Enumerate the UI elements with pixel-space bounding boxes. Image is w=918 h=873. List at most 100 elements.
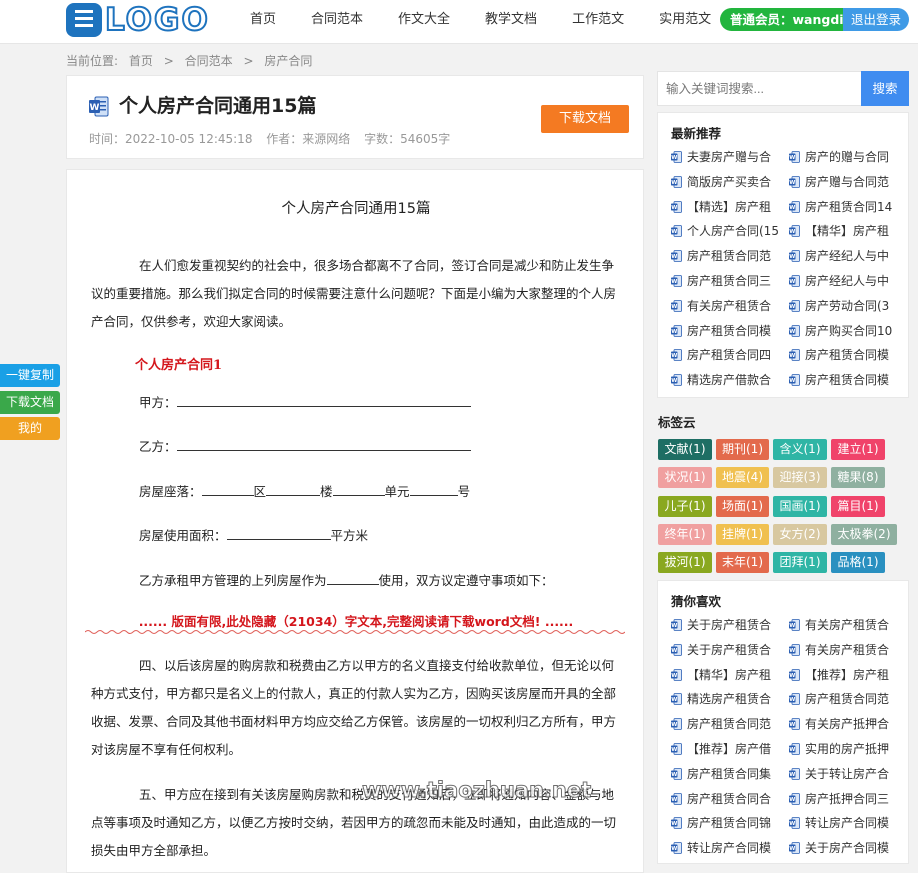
nav-teaching-docs[interactable]: 教学文档 bbox=[485, 0, 537, 40]
nav-contracts[interactable]: 合同范本 bbox=[311, 0, 363, 40]
guess-item[interactable]: W 关于房产合同模 bbox=[789, 839, 901, 857]
guess-item[interactable]: W 【推荐】房产租 bbox=[789, 666, 901, 684]
breadcrumb-separator: > bbox=[163, 54, 174, 68]
tag-chip[interactable]: 团拜(1) bbox=[773, 552, 827, 573]
latest-item[interactable]: W 房产劳动合同(3 bbox=[789, 297, 901, 315]
use-clause: 乙方承租甲方管理的上列房屋作为 使用，双方议定遵守事项如下： bbox=[139, 570, 554, 589]
svg-text:W: W bbox=[671, 304, 677, 310]
latest-item[interactable]: W 有关房产租赁合 bbox=[671, 297, 783, 315]
word-doc-icon: W bbox=[789, 842, 800, 855]
tag-chip[interactable]: 期刊(1) bbox=[716, 439, 769, 460]
latest-item[interactable]: W 房产经纪人与中 bbox=[789, 247, 901, 265]
guess-item[interactable]: W 有关房产租赁合 bbox=[789, 641, 901, 659]
word-doc-icon: W bbox=[671, 668, 682, 681]
guess-item[interactable]: W 关于转让房产合 bbox=[789, 765, 901, 783]
tag-chip[interactable]: 国画(1) bbox=[773, 496, 827, 517]
guess-item[interactable]: W 转让房产合同模 bbox=[789, 814, 901, 832]
tag-chip[interactable]: 含义(1) bbox=[773, 439, 827, 460]
svg-text:W: W bbox=[789, 254, 795, 260]
guess-item[interactable]: W 房产抵押合同三 bbox=[789, 790, 901, 808]
guess-item[interactable]: W 房产租赁合同范 bbox=[789, 690, 901, 708]
latest-item[interactable]: W 个人房产合同(15 bbox=[671, 222, 783, 240]
svg-text:W: W bbox=[789, 772, 795, 778]
nav-practical-docs[interactable]: 实用范文 bbox=[659, 0, 711, 40]
logout-button[interactable]: 退出登录 bbox=[843, 8, 909, 31]
latest-item[interactable]: W 房产租赁合同模 bbox=[789, 371, 901, 389]
tag-chip[interactable]: 地震(4) bbox=[716, 467, 769, 488]
area-label: 房屋使用面积： bbox=[139, 528, 227, 543]
guess-item[interactable]: W 房产租赁合同范 bbox=[671, 715, 783, 733]
copy-all-button[interactable]: 一键复制 bbox=[0, 364, 60, 387]
guess-item-label: 【精华】房产租 bbox=[687, 667, 772, 682]
guess-item[interactable]: W 房产租赁合同合 bbox=[671, 790, 783, 808]
guess-item[interactable]: W 【推荐】房产借 bbox=[671, 740, 783, 758]
wavy-divider bbox=[85, 630, 625, 634]
latest-item[interactable]: W 房产租赁合同三 bbox=[671, 272, 783, 290]
guess-item[interactable]: W 转让房产合同模 bbox=[671, 839, 783, 857]
latest-item[interactable]: W 房产赠与合同范 bbox=[789, 173, 901, 191]
tag-chip[interactable]: 太极拳(2) bbox=[831, 524, 897, 545]
tag-chip[interactable]: 建立(1) bbox=[831, 439, 885, 460]
guess-item[interactable]: W 实用的房产抵押 bbox=[789, 740, 901, 758]
latest-item[interactable]: W 【精华】房产租 bbox=[789, 222, 901, 240]
party-b-label: 乙方： bbox=[139, 439, 177, 454]
tag-chip[interactable]: 场面(1) bbox=[716, 496, 769, 517]
my-account-button[interactable]: 我的 bbox=[0, 417, 60, 440]
guess-item[interactable]: W 关于房产租赁合 bbox=[671, 641, 783, 659]
latest-item[interactable]: W 夫妻房产赠与合 bbox=[671, 148, 783, 166]
search-input[interactable] bbox=[658, 72, 861, 105]
float-download-button[interactable]: 下载文档 bbox=[0, 391, 60, 414]
guess-item[interactable]: W 房产租赁合同集 bbox=[671, 765, 783, 783]
hidden-text-notice[interactable]: ...... 版面有限,此处隐藏（21034）字文本,完整阅读请下载word文档… bbox=[67, 611, 643, 630]
word-doc-icon: W bbox=[789, 767, 800, 780]
tag-chip[interactable]: 挂牌(1) bbox=[716, 524, 769, 545]
latest-item-label: 房产租赁合同模 bbox=[805, 373, 890, 388]
tag-chip[interactable]: 拔河(1) bbox=[658, 552, 712, 573]
search-button[interactable]: 搜索 bbox=[861, 71, 909, 106]
download-document-button[interactable]: 下载文档 bbox=[541, 105, 629, 133]
document-meta: 时间：2022-10-05 12:45:18 作者：来源网络 字数：54605字 bbox=[89, 131, 460, 147]
word-doc-icon: W bbox=[671, 175, 682, 188]
guess-item-label: 实用的房产抵押 bbox=[805, 742, 890, 756]
nav-work-docs[interactable]: 工作范文 bbox=[572, 0, 624, 40]
tag-chip[interactable]: 末年(1) bbox=[716, 552, 769, 573]
word-doc-icon: W bbox=[671, 643, 682, 656]
tag-chip[interactable]: 糖果(8) bbox=[831, 467, 885, 488]
latest-item[interactable]: W 房产租赁合同四 bbox=[671, 346, 783, 364]
tag-chip[interactable]: 品格(1) bbox=[831, 552, 885, 573]
breadcrumb-property-contracts[interactable]: 房产合同 bbox=[264, 54, 312, 68]
tag-chip[interactable]: 儿子(1) bbox=[658, 496, 712, 517]
latest-item[interactable]: W 精选房产借款合 bbox=[671, 371, 783, 389]
member-badge[interactable]: 普通会员：wangdi bbox=[720, 8, 844, 31]
latest-item-label: 房产劳动合同(3 bbox=[805, 298, 890, 313]
svg-text:W: W bbox=[671, 329, 677, 335]
breadcrumb-home[interactable]: 首页 bbox=[129, 54, 153, 68]
guess-item[interactable]: W 精选房产租赁合 bbox=[671, 690, 783, 708]
tag-chip[interactable]: 状况(1) bbox=[658, 467, 712, 488]
site-logo[interactable]: LOGO bbox=[66, 1, 210, 39]
tag-chip[interactable]: 篇目(1) bbox=[831, 496, 885, 517]
latest-item[interactable]: W 房产的赠与合同 bbox=[789, 148, 901, 166]
tag-chip[interactable]: 女方(2) bbox=[773, 524, 827, 545]
nav-essays[interactable]: 作文大全 bbox=[398, 0, 450, 40]
guess-item[interactable]: W 房产租赁合同锦 bbox=[671, 814, 783, 832]
latest-item[interactable]: W 【精选】房产租 bbox=[671, 198, 783, 216]
latest-item[interactable]: W 房产租赁合同范 bbox=[671, 247, 783, 265]
latest-item[interactable]: W 简版房产买卖合 bbox=[671, 173, 783, 191]
guess-item[interactable]: W 【精华】房产租 bbox=[671, 666, 783, 684]
latest-item[interactable]: W 房产购买合同10 bbox=[789, 322, 901, 340]
latest-item[interactable]: W 房产租赁合同模 bbox=[671, 322, 783, 340]
latest-item[interactable]: W 房产租赁合同模 bbox=[789, 346, 901, 364]
guess-item[interactable]: W 有关房产抵押合 bbox=[789, 715, 901, 733]
guess-item[interactable]: W 关于房产租赁合 bbox=[671, 616, 783, 634]
tag-chip[interactable]: 文献(1) bbox=[658, 439, 712, 460]
guess-item[interactable]: W 有关房产租赁合 bbox=[789, 616, 901, 634]
tag-chip[interactable]: 终年(1) bbox=[658, 524, 712, 545]
latest-item[interactable]: W 房产租赁合同14 bbox=[789, 198, 901, 216]
breadcrumb-contracts[interactable]: 合同范本 bbox=[185, 54, 233, 68]
nav-home[interactable]: 首页 bbox=[250, 0, 276, 40]
guess-item-label: 关于房产租赁合 bbox=[687, 618, 772, 632]
guess-you-like-panel: 猜你喜欢 W 关于房产租赁合 W 有关房产租赁合 W 关于房产租赁合 W 有关房产租赁合 W 【精… bbox=[657, 580, 909, 864]
tag-chip[interactable]: 迎接(3) bbox=[773, 467, 827, 488]
latest-item[interactable]: W 房产经纪人与中 bbox=[789, 272, 901, 290]
